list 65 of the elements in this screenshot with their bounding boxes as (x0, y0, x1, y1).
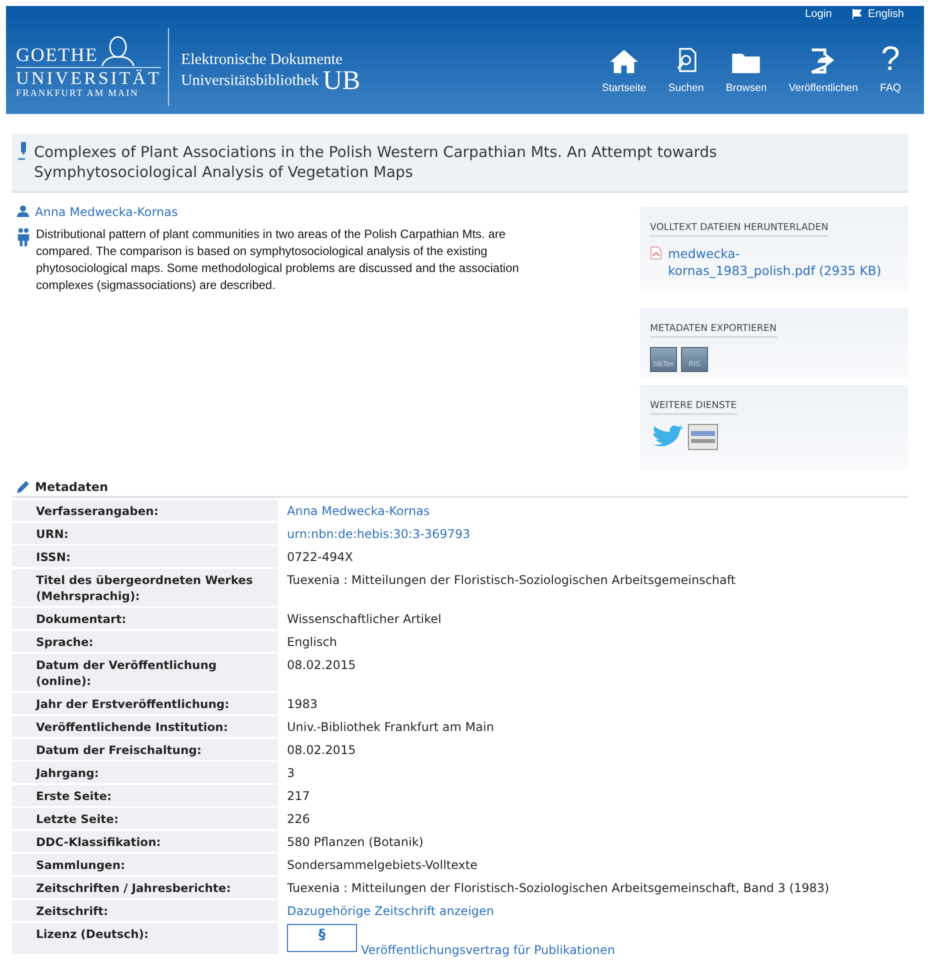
field-value: 217 (287, 789, 310, 803)
people-icon (17, 226, 30, 248)
scholar-icon (688, 424, 718, 450)
field-label: URN: (12, 523, 278, 544)
field-value: Englisch (287, 635, 337, 649)
file-link[interactable]: medwecka-kornas_1983_polish.pdf (2935 KB) (668, 245, 886, 279)
field-link[interactable]: urn:nbn:de:hebis:30:3-369793 (287, 527, 470, 541)
field-link[interactable]: Dazugehörige Zeitschrift anzeigen (287, 904, 494, 918)
logo-text: FRANKFURT AM MAIN (16, 89, 139, 99)
field-label: Titel des übergeordneten Werkes (Mehrsprachig): (12, 569, 278, 606)
top-link[interactable]: Login (805, 8, 832, 20)
field-label: Sammlungen: (12, 854, 278, 875)
panel-heading: WEITERE DIENSTE (650, 400, 737, 415)
field-value: Univ.-Bibliothek Frankfurt am Main (287, 720, 494, 734)
author-link[interactable]: Anna Medwecka-Kornas (35, 205, 178, 219)
document-title: Complexes of Plant Associations in the Polish Western Carpathian Mts. An Attempt towards Symphytosociological Analysis of Vegetation Maps (34, 142, 718, 182)
field-value: 0722-494X (287, 550, 353, 564)
nav-item[interactable]: Browsen (714, 42, 778, 94)
field-value: 580 Pflanzen (Botanik) (287, 835, 424, 849)
nav-item[interactable]: Startseite (590, 42, 658, 94)
nav-item[interactable]: ? FAQ (868, 42, 912, 94)
license-link[interactable]: Veröffentlichungsvertrag für Publikationen (361, 942, 615, 958)
field-value: 08.02.2015 (287, 743, 356, 757)
pdf-icon (650, 246, 662, 260)
field-label: Datum der Veröffentlichung (online): (12, 654, 278, 691)
section-heading: Metadaten (35, 480, 108, 494)
field-value: 08.02.2015 (287, 658, 356, 672)
field-label: DDC-Klassifikation: (12, 831, 278, 852)
logo-text: GOETHE (16, 46, 98, 66)
pencil-icon (16, 480, 30, 494)
pen-nib-icon (18, 142, 28, 160)
nav-item[interactable]: Suchen (657, 42, 715, 94)
home-icon (609, 48, 640, 74)
field-label: ISSN: (12, 546, 278, 567)
field-label: Lizenz (Deutsch): (12, 923, 278, 954)
site-subtitle: Universitätsbibliothek (181, 72, 319, 89)
license-badge[interactable]: § (287, 924, 357, 952)
field-label: Datum der Freischaltung: (12, 739, 278, 760)
field-label: Letzte Seite: (12, 808, 278, 829)
panel-heading: METADATEN EXPORTIEREN (650, 323, 777, 338)
field-value: Wissenschaftlicher Artikel (287, 612, 442, 626)
field-value: Tuexenia : Mitteilungen der Floristisch-Soziologischen Arbeitsgemeinschaft (287, 573, 736, 587)
nav-item[interactable]: Veröffentlichen (778, 42, 869, 94)
field-value: 3 (287, 766, 295, 780)
field-link[interactable]: Anna Medwecka-Kornas (287, 504, 430, 518)
field-label: Verfasserangaben: (12, 500, 278, 521)
person-icon (17, 205, 29, 217)
field-label: Sprache: (12, 631, 278, 652)
field-label: Jahrgang: (12, 762, 278, 783)
panel-heading: VOLLTEXT DATEIEN HERUNTERLADEN (650, 222, 828, 237)
flag-icon (852, 9, 862, 19)
field-label: Zeitschriften / Jahresberichte: (12, 877, 278, 898)
logo-text: UNIVERSITÄT (16, 68, 162, 88)
field-value: 226 (287, 812, 310, 826)
abstract-text: Distributional pattern of plant communities in two areas of the Polish Carpathian Mts. are compared. The comparison is based on symphytosociological analysis of the existing phytosociological maps. Some methodological problems are discussed and the association complexes (sigmassociations) are described. (36, 226, 520, 294)
field-label: Jahr der Erstveröffentlichung: (12, 693, 278, 714)
field-label: Dokumentart: (12, 608, 278, 629)
field-label: Zeitschrift: (12, 900, 278, 921)
field-value: Sondersammelgebiets-Volltexte (287, 858, 478, 872)
question-icon: ? (881, 44, 900, 74)
field-label: Erste Seite: (12, 785, 278, 806)
field-label: Veröffentlichende Institution: (12, 716, 278, 737)
top-link[interactable]: English (852, 8, 904, 20)
field-value: 1983 (287, 697, 318, 711)
field-value: Tuexenia : Mitteilungen der Floristisch-Soziologischen Arbeitsgemeinschaft, Band 3 (1983) (287, 881, 830, 895)
